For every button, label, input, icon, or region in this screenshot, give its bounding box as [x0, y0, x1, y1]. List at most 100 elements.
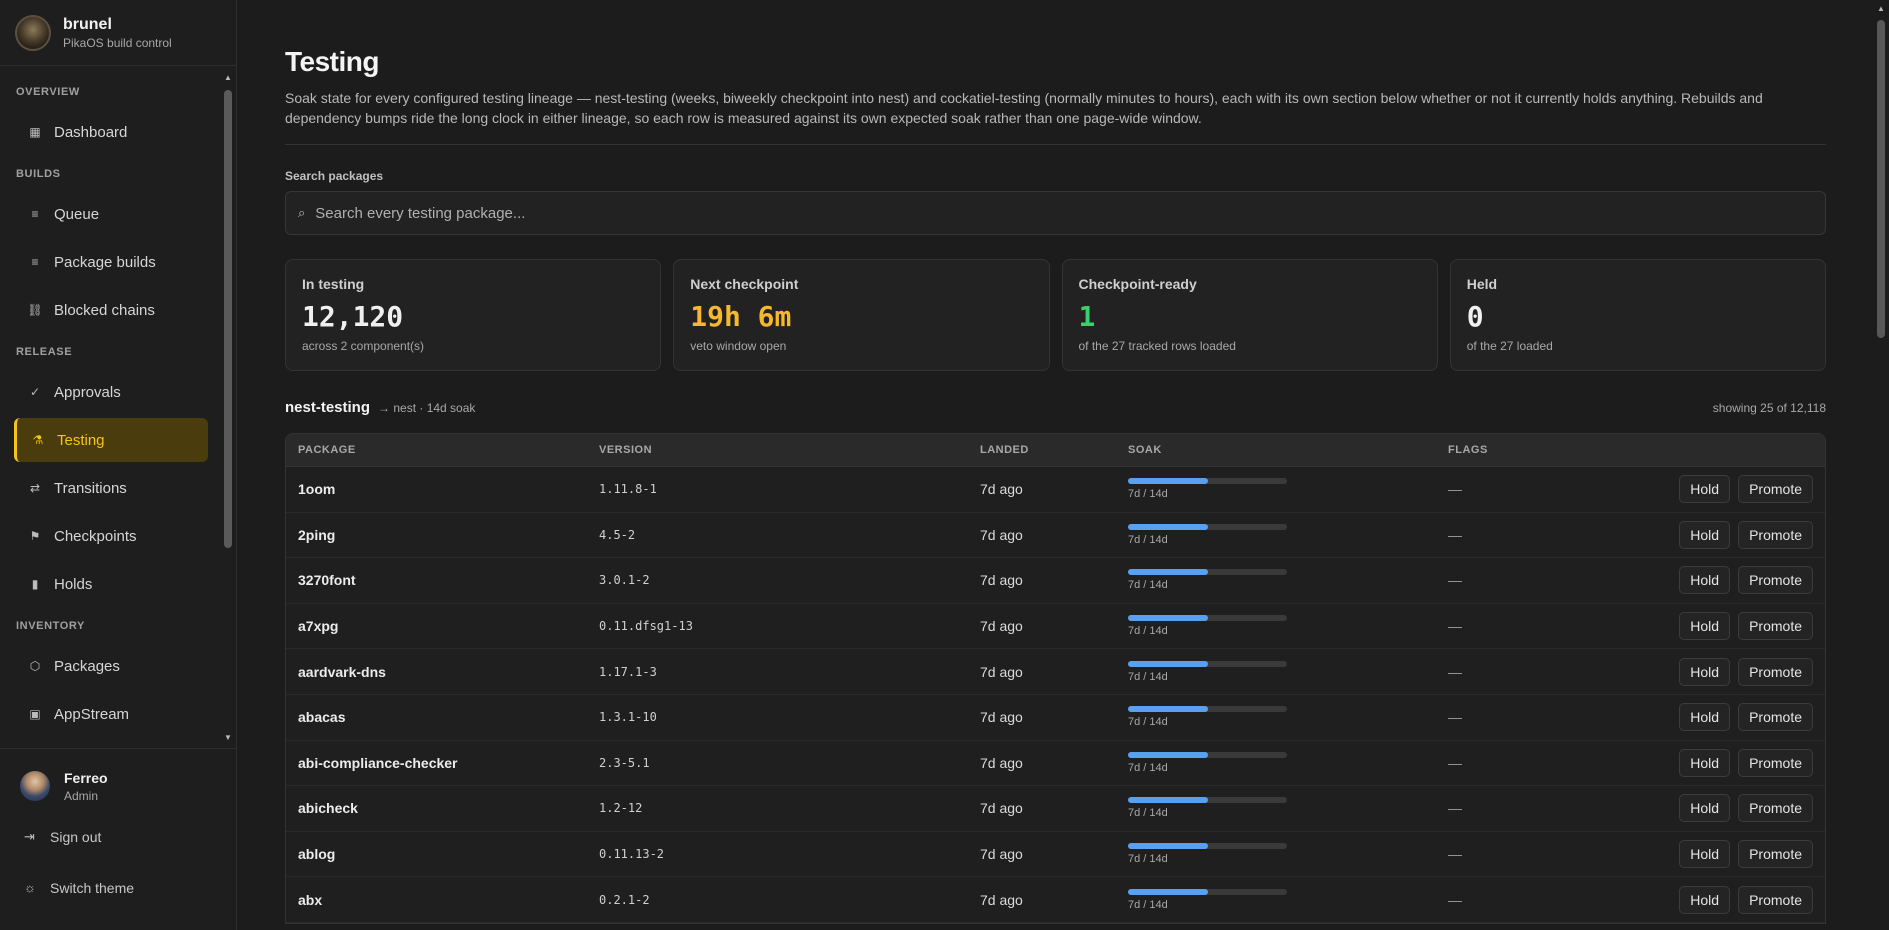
promote-button[interactable]: Promote	[1738, 657, 1813, 686]
hold-button[interactable]: Hold	[1679, 703, 1731, 732]
hold-button[interactable]: Hold	[1679, 566, 1731, 595]
promote-button[interactable]: Promote	[1738, 612, 1813, 641]
header-soak[interactable]: SOAK	[1128, 444, 1448, 456]
stat-card-in-testing: In testing 12,120 across 2 component(s)	[285, 259, 662, 371]
package-name[interactable]: a7xpg	[286, 618, 599, 634]
header-version[interactable]: VERSION	[599, 444, 980, 456]
search-label: Search packages	[285, 169, 384, 183]
promote-button[interactable]: Promote	[1738, 475, 1813, 504]
page-scroll-thumb[interactable]	[1877, 20, 1885, 338]
sidebar-item-transitions[interactable]: ⇄ Transitions	[14, 466, 208, 510]
user-profile[interactable]: Ferreo Admin	[20, 761, 216, 811]
page-description: Soak state for every configured testing …	[285, 90, 1763, 126]
flags: —	[1448, 618, 1462, 635]
stat-subtext: of the 27 tracked rows loaded	[1078, 339, 1236, 353]
sidebar-item-packages[interactable]: ⬡ Packages	[14, 644, 208, 688]
soak-text: 7d / 14d	[1128, 807, 1168, 820]
sidebar-item-label: Testing	[57, 431, 105, 449]
row-actions: Hold Promote	[1648, 657, 1825, 686]
package-name[interactable]: abx	[286, 892, 599, 908]
sign-out-button[interactable]: ⇥ Sign out	[20, 811, 216, 862]
table-header: PACKAGE VERSION LANDED SOAK FLAGS	[286, 434, 1825, 467]
table-row: abi-compliance-checker 2.3-5.1 7d ago 7d…	[286, 740, 1825, 787]
sidebar-item-testing[interactable]: ⚗ Testing	[14, 418, 208, 462]
hold-button[interactable]: Hold	[1679, 840, 1731, 869]
arrows-icon: ⇄	[29, 481, 41, 495]
section-header: nest-testing → nest · 14d soak showing 2…	[285, 399, 1826, 419]
scroll-up-arrow-icon[interactable]: ▲	[1877, 4, 1885, 13]
list-icon: ≡	[31, 207, 39, 221]
soak-fill	[1128, 478, 1208, 485]
package-name[interactable]: 3270font	[286, 572, 599, 588]
soak-bar	[1128, 660, 1287, 667]
header-package[interactable]: PACKAGE	[286, 444, 599, 456]
promote-button[interactable]: Promote	[1738, 885, 1813, 914]
flag-icon: ⚑	[29, 529, 41, 543]
flags: —	[1448, 572, 1462, 589]
hold-button[interactable]: Hold	[1679, 657, 1731, 686]
flask-icon: ⚗	[32, 433, 44, 447]
package-version: 0.2.1-2	[599, 892, 650, 907]
promote-button[interactable]: Promote	[1738, 748, 1813, 777]
sidebar-item-dashboard[interactable]: ▦ Dashboard	[14, 110, 208, 154]
promote-button[interactable]: Promote	[1738, 520, 1813, 549]
hold-button[interactable]: Hold	[1679, 520, 1731, 549]
stat-value: 0	[1466, 300, 1484, 333]
landed-time: 7d ago	[980, 526, 1023, 543]
header-landed[interactable]: LANDED	[980, 444, 1128, 456]
promote-button[interactable]: Promote	[1738, 840, 1813, 869]
package-version: 1.2-12	[599, 801, 643, 816]
flags: —	[1448, 709, 1462, 726]
sidebar-item-holds[interactable]: ▮ Holds	[14, 562, 208, 606]
hold-button[interactable]: Hold	[1679, 885, 1731, 914]
soak-text: 7d / 14d	[1128, 761, 1168, 774]
page-scrollbar[interactable]: ▲	[1875, 4, 1887, 930]
scroll-down-arrow-icon[interactable]: ▼	[224, 734, 232, 742]
sign-out-icon: ⇥	[24, 828, 35, 844]
sidebar-item-package-builds[interactable]: ≡ Package builds	[14, 240, 208, 284]
table-row: 3270font 3.0.1-2 7d ago 7d / 14d — Hold …	[286, 558, 1825, 604]
promote-button[interactable]: Promote	[1738, 566, 1813, 595]
scroll-up-arrow-icon[interactable]: ▲	[224, 74, 232, 82]
package-name[interactable]: abi-compliance-checker	[286, 755, 599, 771]
promote-button[interactable]: Promote	[1738, 703, 1813, 732]
sidebar-item-approvals[interactable]: ✓ Approvals	[14, 370, 208, 414]
promote-button[interactable]: Promote	[1738, 794, 1813, 823]
row-actions: Hold Promote	[1648, 748, 1825, 777]
search-box[interactable]: ⌕	[285, 191, 1826, 235]
soak-text: 7d / 14d	[1128, 579, 1168, 592]
soak-bar	[1128, 615, 1287, 622]
hold-button[interactable]: Hold	[1679, 748, 1731, 777]
sidebar-item-checkpoints[interactable]: ⚑ Checkpoints	[14, 514, 208, 558]
sidebar-item-queue[interactable]: ≡ Queue	[14, 192, 208, 236]
sidebar-item-label: Checkpoints	[54, 527, 137, 545]
package-name[interactable]: abacas	[286, 709, 599, 725]
hold-button[interactable]: Hold	[1679, 475, 1731, 504]
switch-theme-label: Switch theme	[50, 879, 135, 896]
package-name[interactable]: 1oom	[286, 481, 599, 497]
user-block: Ferreo Admin ⇥ Sign out ☼ Switch theme	[0, 748, 236, 930]
hold-button[interactable]: Hold	[1679, 612, 1731, 641]
brand[interactable]: brunel PikaOS build control	[0, 0, 236, 66]
soak-fill	[1128, 888, 1208, 895]
row-actions: Hold Promote	[1648, 520, 1825, 549]
landed-time: 7d ago	[980, 663, 1023, 680]
package-name[interactable]: aardvark-dns	[286, 664, 599, 680]
flags: —	[1448, 481, 1462, 498]
landed-time: 7d ago	[980, 709, 1023, 726]
landed-time: 7d ago	[980, 891, 1023, 908]
sidebar-item-appstream[interactable]: ▣ AppStream	[14, 692, 208, 736]
package-name[interactable]: 2ping	[286, 527, 599, 543]
check-icon: ✓	[29, 385, 41, 399]
sidebar-scrollbar[interactable]: ▲ ▼	[224, 74, 232, 742]
search-input[interactable]	[315, 204, 1813, 222]
soak-fill	[1128, 751, 1208, 758]
package-name[interactable]: abicheck	[286, 800, 599, 816]
switch-theme-button[interactable]: ☼ Switch theme	[20, 862, 216, 913]
testing-table: PACKAGE VERSION LANDED SOAK FLAGS 1oom 1…	[285, 433, 1826, 924]
sidebar-item-blocked-chains[interactable]: ⛓ Blocked chains	[14, 288, 208, 332]
hold-button[interactable]: Hold	[1679, 794, 1731, 823]
header-flags[interactable]: FLAGS	[1448, 444, 1648, 456]
package-name[interactable]: ablog	[286, 846, 599, 862]
sidebar-scroll-thumb[interactable]	[224, 90, 232, 548]
